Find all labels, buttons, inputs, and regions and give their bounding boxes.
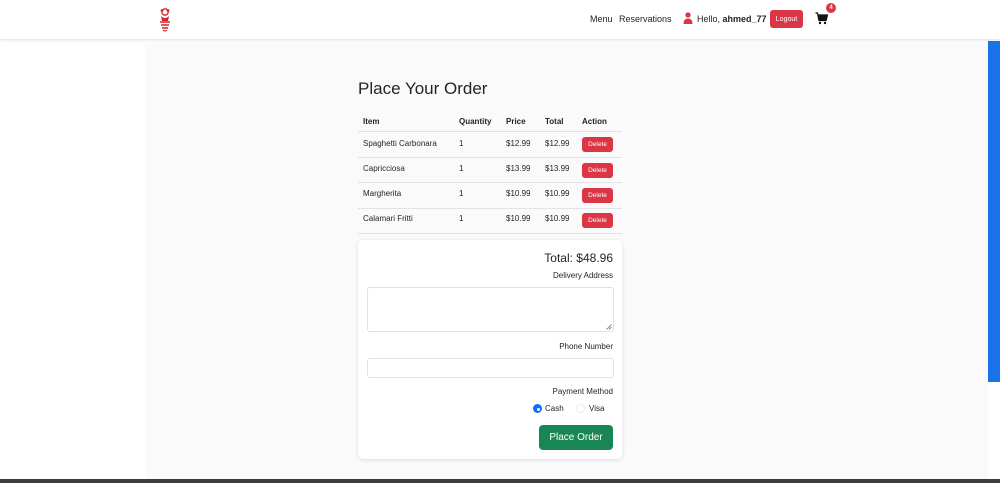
cell-quantity: 1	[459, 189, 464, 198]
page-title: Place Your Order	[358, 79, 488, 98]
logout-button[interactable]: Logout	[770, 10, 803, 28]
cell-item: Spaghetti Carbonara	[363, 139, 437, 148]
cell-item: Margherita	[363, 189, 402, 198]
phone-number-label: Phone Number	[559, 342, 613, 351]
user-icon	[683, 12, 693, 24]
column-header-item: Item	[363, 117, 380, 126]
delete-button[interactable]: Delete	[582, 213, 613, 228]
restaurant-logo-icon[interactable]	[157, 7, 173, 33]
table-divider	[358, 208, 622, 209]
payment-cash-label[interactable]: Cash	[545, 404, 564, 413]
column-header-quantity: Quantity	[459, 117, 492, 126]
scrollbar[interactable]	[988, 41, 1000, 382]
column-header-total: Total	[545, 117, 564, 126]
cell-price: $12.99	[506, 139, 531, 148]
payment-visa-label[interactable]: Visa	[589, 404, 604, 413]
table-divider	[358, 131, 622, 132]
cell-price: $10.99	[506, 189, 531, 198]
cell-total: $13.99	[545, 164, 570, 173]
username: ahmed_77	[722, 14, 767, 24]
cell-quantity: 1	[459, 164, 464, 173]
column-header-action: Action	[582, 117, 607, 126]
user-greeting: Hello, ahmed_77	[697, 14, 767, 24]
cell-total: $12.99	[545, 139, 570, 148]
window-frame-bottom	[0, 479, 1000, 483]
column-header-price: Price	[506, 117, 526, 126]
cell-price: $10.99	[506, 214, 531, 223]
cell-quantity: 1	[459, 214, 464, 223]
delivery-address-field[interactable]	[367, 287, 614, 332]
order-total: Total: $48.96	[544, 251, 613, 265]
delete-button[interactable]: Delete	[582, 188, 613, 203]
cell-price: $13.99	[506, 164, 531, 173]
cell-item: Capricciosa	[363, 164, 405, 173]
payment-cash-radio[interactable]	[533, 404, 542, 413]
payment-visa-radio[interactable]	[576, 404, 585, 413]
nav-menu-link[interactable]: Menu	[590, 14, 613, 24]
order-form-card: Total: $48.96 Delivery Address Phone Num…	[358, 240, 622, 459]
delete-button[interactable]: Delete	[582, 137, 613, 152]
table-divider	[358, 182, 622, 183]
greeting-prefix: Hello,	[697, 14, 721, 24]
cart-icon[interactable]	[815, 12, 828, 25]
cart-count-badge: 4	[826, 3, 836, 13]
delivery-address-label: Delivery Address	[552, 271, 613, 280]
place-order-button[interactable]: Place Order	[539, 425, 613, 450]
nav-reservations-link[interactable]: Reservations	[619, 14, 672, 24]
cell-total: $10.99	[545, 189, 570, 198]
table-divider	[358, 157, 622, 158]
cell-quantity: 1	[459, 139, 464, 148]
cell-total: $10.99	[545, 214, 570, 223]
delete-button[interactable]: Delete	[582, 163, 613, 178]
cell-item: Calamari Fritti	[363, 214, 413, 223]
navbar: Menu Reservations Hello, ahmed_77 Logout…	[0, 0, 1000, 40]
phone-number-field[interactable]	[367, 358, 614, 378]
table-divider	[358, 233, 622, 234]
payment-method-label: Payment Method	[552, 387, 613, 396]
resize-handle-icon[interactable]	[606, 324, 612, 330]
